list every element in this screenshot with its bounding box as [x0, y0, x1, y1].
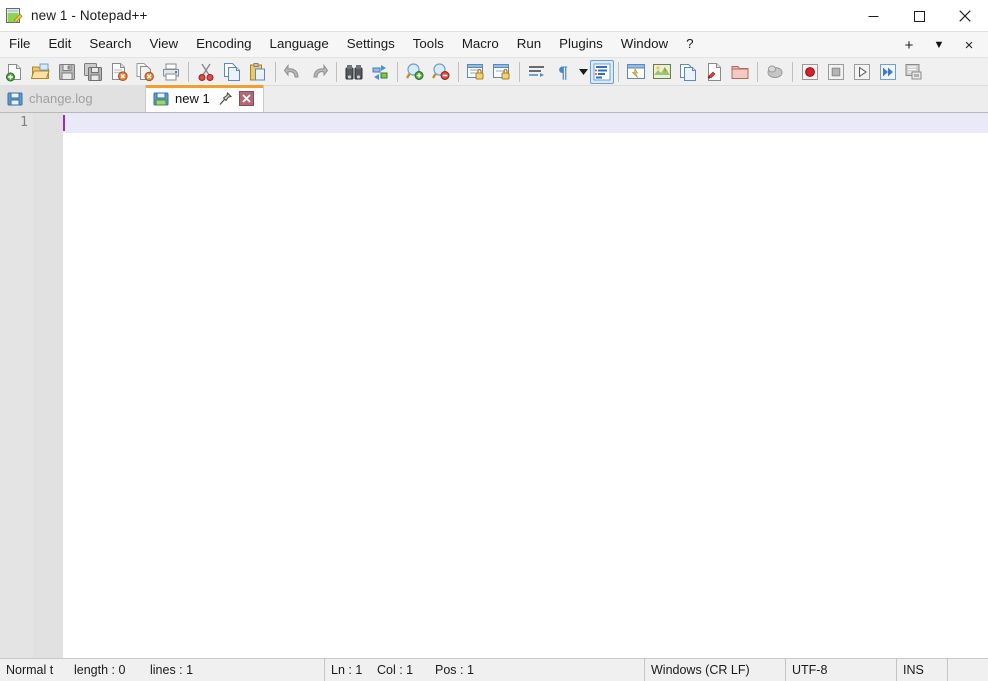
run-button[interactable]	[901, 59, 927, 85]
sync-vertical-scrolling-button[interactable]	[463, 59, 489, 85]
replace-button[interactable]	[367, 59, 393, 85]
editor-area[interactable]: 1	[0, 113, 988, 658]
macro-stop-button[interactable]	[823, 59, 849, 85]
status-eol-format[interactable]: Windows (CR LF)	[645, 659, 785, 681]
tab-label: new 1	[175, 91, 210, 106]
function-list-button[interactable]	[675, 59, 701, 85]
new-file-button[interactable]	[2, 59, 28, 85]
chevron-down-icon[interactable]	[576, 59, 590, 85]
status-lines: lines : 1	[150, 663, 194, 677]
print-button[interactable]	[158, 59, 184, 85]
menu-bar: File Edit Search View Encoding Language …	[0, 32, 988, 58]
menu-bar-right-controls: + ▼ ×	[894, 32, 984, 58]
menu-item-help[interactable]: ?	[677, 32, 702, 57]
zoom-in-button[interactable]	[402, 59, 428, 85]
menu-item-file[interactable]: File	[0, 32, 39, 57]
chevron-down-icon[interactable]: ▼	[924, 32, 954, 58]
zoom-out-button[interactable]	[428, 59, 454, 85]
status-separator	[947, 658, 948, 681]
tab-label: change.log	[29, 91, 93, 106]
menu-item-settings[interactable]: Settings	[338, 32, 404, 57]
current-line-highlight	[63, 113, 988, 133]
sync-horizontal-scrolling-button[interactable]	[489, 59, 515, 85]
open-file-button[interactable]	[28, 59, 54, 85]
new-tab-plus-icon[interactable]: +	[894, 32, 924, 58]
menu-item-macro[interactable]: Macro	[453, 32, 508, 57]
menu-item-edit[interactable]: Edit	[39, 32, 80, 57]
toolbar-separator	[618, 61, 619, 82]
saved-file-icon	[7, 91, 23, 107]
svg-text:¶: ¶	[558, 63, 568, 82]
menu-item-view[interactable]: View	[141, 32, 188, 57]
word-wrap-button[interactable]	[524, 59, 550, 85]
paste-button[interactable]	[245, 59, 271, 85]
title-bar: new 1 - Notepad++	[0, 0, 988, 32]
status-position: Pos : 1	[435, 663, 474, 677]
line-number: 1	[20, 115, 28, 130]
status-bar: Normal t length : 0 lines : 1 Ln : 1 Col…	[0, 658, 988, 681]
toolbar: ¶	[0, 58, 988, 86]
notepad-plus-plus-icon	[5, 7, 23, 25]
undo-button[interactable]	[280, 59, 306, 85]
close-button[interactable]	[942, 0, 988, 32]
notepad-plus-plus-window: new 1 - Notepad++ File Edit Search View …	[0, 0, 988, 681]
cut-button[interactable]	[193, 59, 219, 85]
tab-change-log[interactable]: change.log	[0, 85, 146, 112]
menu-item-encoding[interactable]: Encoding	[187, 32, 260, 57]
window-controls	[850, 0, 988, 32]
text-editing-surface[interactable]	[63, 113, 988, 658]
status-encoding[interactable]: UTF-8	[786, 659, 896, 681]
toolbar-separator	[275, 61, 276, 82]
status-line-number: Ln : 1	[331, 663, 363, 677]
window-title: new 1 - Notepad++	[31, 8, 148, 23]
minimize-button[interactable]	[850, 0, 896, 32]
macro-run-multiple-button[interactable]	[875, 59, 901, 85]
menu-item-plugins[interactable]: Plugins	[550, 32, 612, 57]
close-tab-button[interactable]	[238, 91, 254, 106]
menu-item-tools[interactable]: Tools	[404, 32, 453, 57]
status-document-type: Normal t	[6, 663, 54, 677]
close-file-button[interactable]	[106, 59, 132, 85]
tab-new-1[interactable]: new 1	[146, 85, 264, 112]
unsaved-file-icon	[153, 91, 169, 107]
text-caret	[63, 115, 65, 131]
menu-item-run[interactable]: Run	[508, 32, 550, 57]
toolbar-separator	[336, 61, 337, 82]
macro-playback-button[interactable]	[849, 59, 875, 85]
show-all-characters-button[interactable]	[590, 59, 614, 84]
status-length: length : 0	[74, 663, 126, 677]
fold-margin[interactable]	[33, 113, 63, 658]
line-number-gutter: 1	[0, 113, 33, 658]
toolbar-separator	[397, 61, 398, 82]
maximize-button[interactable]	[896, 0, 942, 32]
toolbar-separator	[792, 61, 793, 82]
macro-recording-button[interactable]	[762, 59, 788, 85]
menu-item-window[interactable]: Window	[612, 32, 677, 57]
menu-item-language[interactable]: Language	[261, 32, 338, 57]
macro-record-button[interactable]	[797, 59, 823, 85]
toolbar-separator	[188, 61, 189, 82]
document-switcher-button[interactable]	[701, 59, 727, 85]
find-button[interactable]	[341, 59, 367, 85]
toolbar-separator	[519, 61, 520, 82]
document-map-button[interactable]	[649, 59, 675, 85]
tab-bar: change.log new 1	[0, 85, 988, 113]
user-defined-dialog-button[interactable]	[623, 59, 649, 85]
toolbar-separator	[757, 61, 758, 82]
toolbar-separator	[458, 61, 459, 82]
redo-button[interactable]	[306, 59, 332, 85]
pilcrow-icon[interactable]: ¶	[550, 59, 576, 85]
menu-item-search[interactable]: Search	[80, 32, 140, 57]
close-document-icon[interactable]: ×	[954, 32, 984, 58]
save-all-button[interactable]	[80, 59, 106, 85]
pin-icon[interactable]	[217, 91, 233, 107]
close-all-files-button[interactable]	[132, 59, 158, 85]
save-button[interactable]	[54, 59, 80, 85]
copy-button[interactable]	[219, 59, 245, 85]
status-insert-mode[interactable]: INS	[897, 659, 947, 681]
folder-as-workspace-button[interactable]	[727, 59, 753, 85]
status-column-number: Col : 1	[377, 663, 414, 677]
